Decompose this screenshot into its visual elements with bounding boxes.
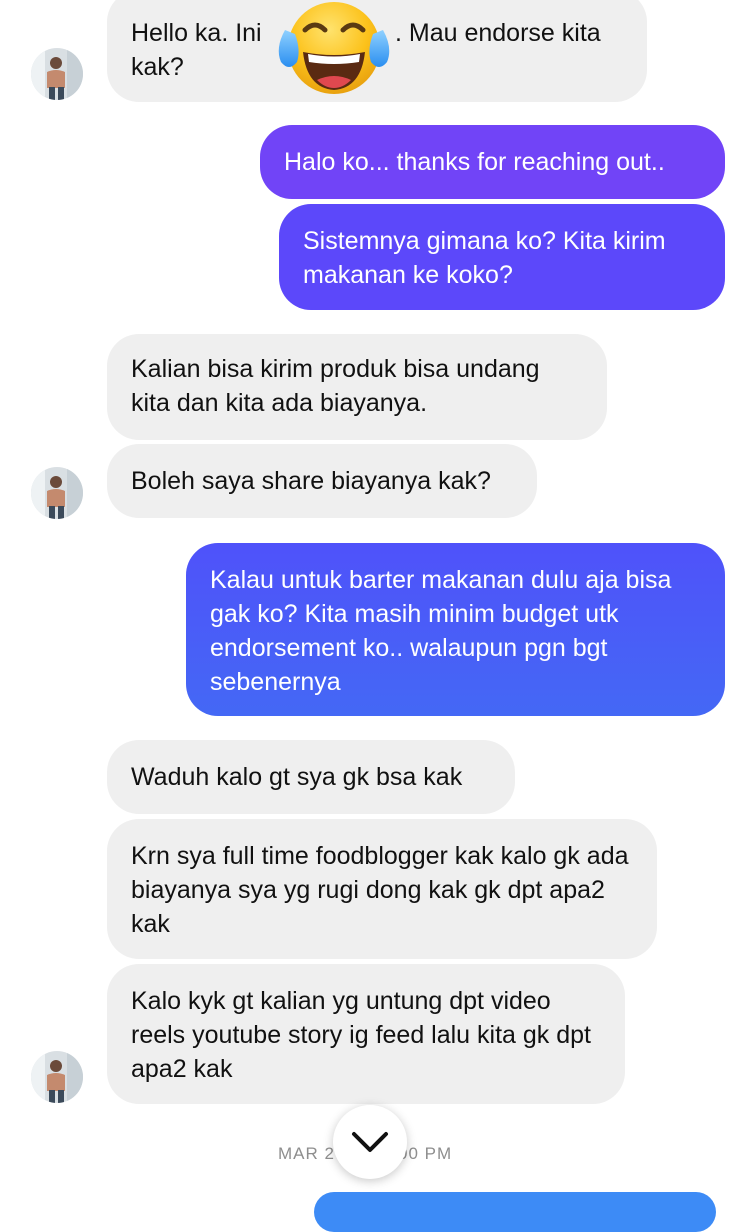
avatar[interactable] (31, 467, 83, 519)
incoming-message[interactable]: Kalian bisa kirim produk bisa undang kit… (107, 334, 607, 440)
message-text-part-2: . Mau endorse kita (395, 19, 601, 47)
message-text: Boleh saya share biayanya kak? (131, 467, 491, 495)
message-text: Krn sya full time foodblogger kak kalo g… (131, 842, 629, 938)
message-text: Kalau untuk barter makanan dulu aja bisa… (210, 566, 672, 696)
message-text: Sistemnya gimana ko? Kita kirim makanan … (303, 227, 666, 289)
incoming-message[interactable]: Kalo kyk gt kalian yg untung dpt video r… (107, 964, 625, 1104)
incoming-message[interactable]: Waduh kalo gt sya gk bsa kak (107, 740, 515, 814)
message-text: Waduh kalo gt sya gk bsa kak (131, 763, 463, 791)
scroll-to-bottom-button[interactable] (333, 1105, 407, 1179)
message-text: Kalian bisa kirim produk bisa undang kit… (131, 355, 540, 417)
avatar[interactable] (31, 1051, 83, 1103)
incoming-message[interactable]: Boleh saya share biayanya kak? (107, 444, 537, 518)
message-text: Halo ko... thanks for reaching out.. (284, 148, 665, 176)
outgoing-message-partial[interactable] (314, 1192, 716, 1232)
avatar[interactable] (31, 48, 83, 100)
outgoing-message[interactable]: Kalau untuk barter makanan dulu aja bisa… (186, 543, 725, 716)
message-text: Kalo kyk gt kalian yg untung dpt video r… (131, 987, 591, 1083)
outgoing-message[interactable]: Sistemnya gimana ko? Kita kirim makanan … (279, 204, 725, 310)
message-text-part-1: Hello ka. Ini (131, 19, 262, 47)
chevron-down-icon (350, 1130, 390, 1154)
face-with-tears-of-joy-emoji (275, 0, 393, 100)
outgoing-message[interactable]: Halo ko... thanks for reaching out.. (260, 125, 725, 199)
timestamp-text-left: MAR 2 (278, 1144, 335, 1163)
message-thread[interactable]: Hello ka. Ini . Mau endorse kita kak? Ha… (0, 0, 740, 1232)
incoming-message[interactable]: Krn sya full time foodblogger kak kalo g… (107, 819, 657, 959)
